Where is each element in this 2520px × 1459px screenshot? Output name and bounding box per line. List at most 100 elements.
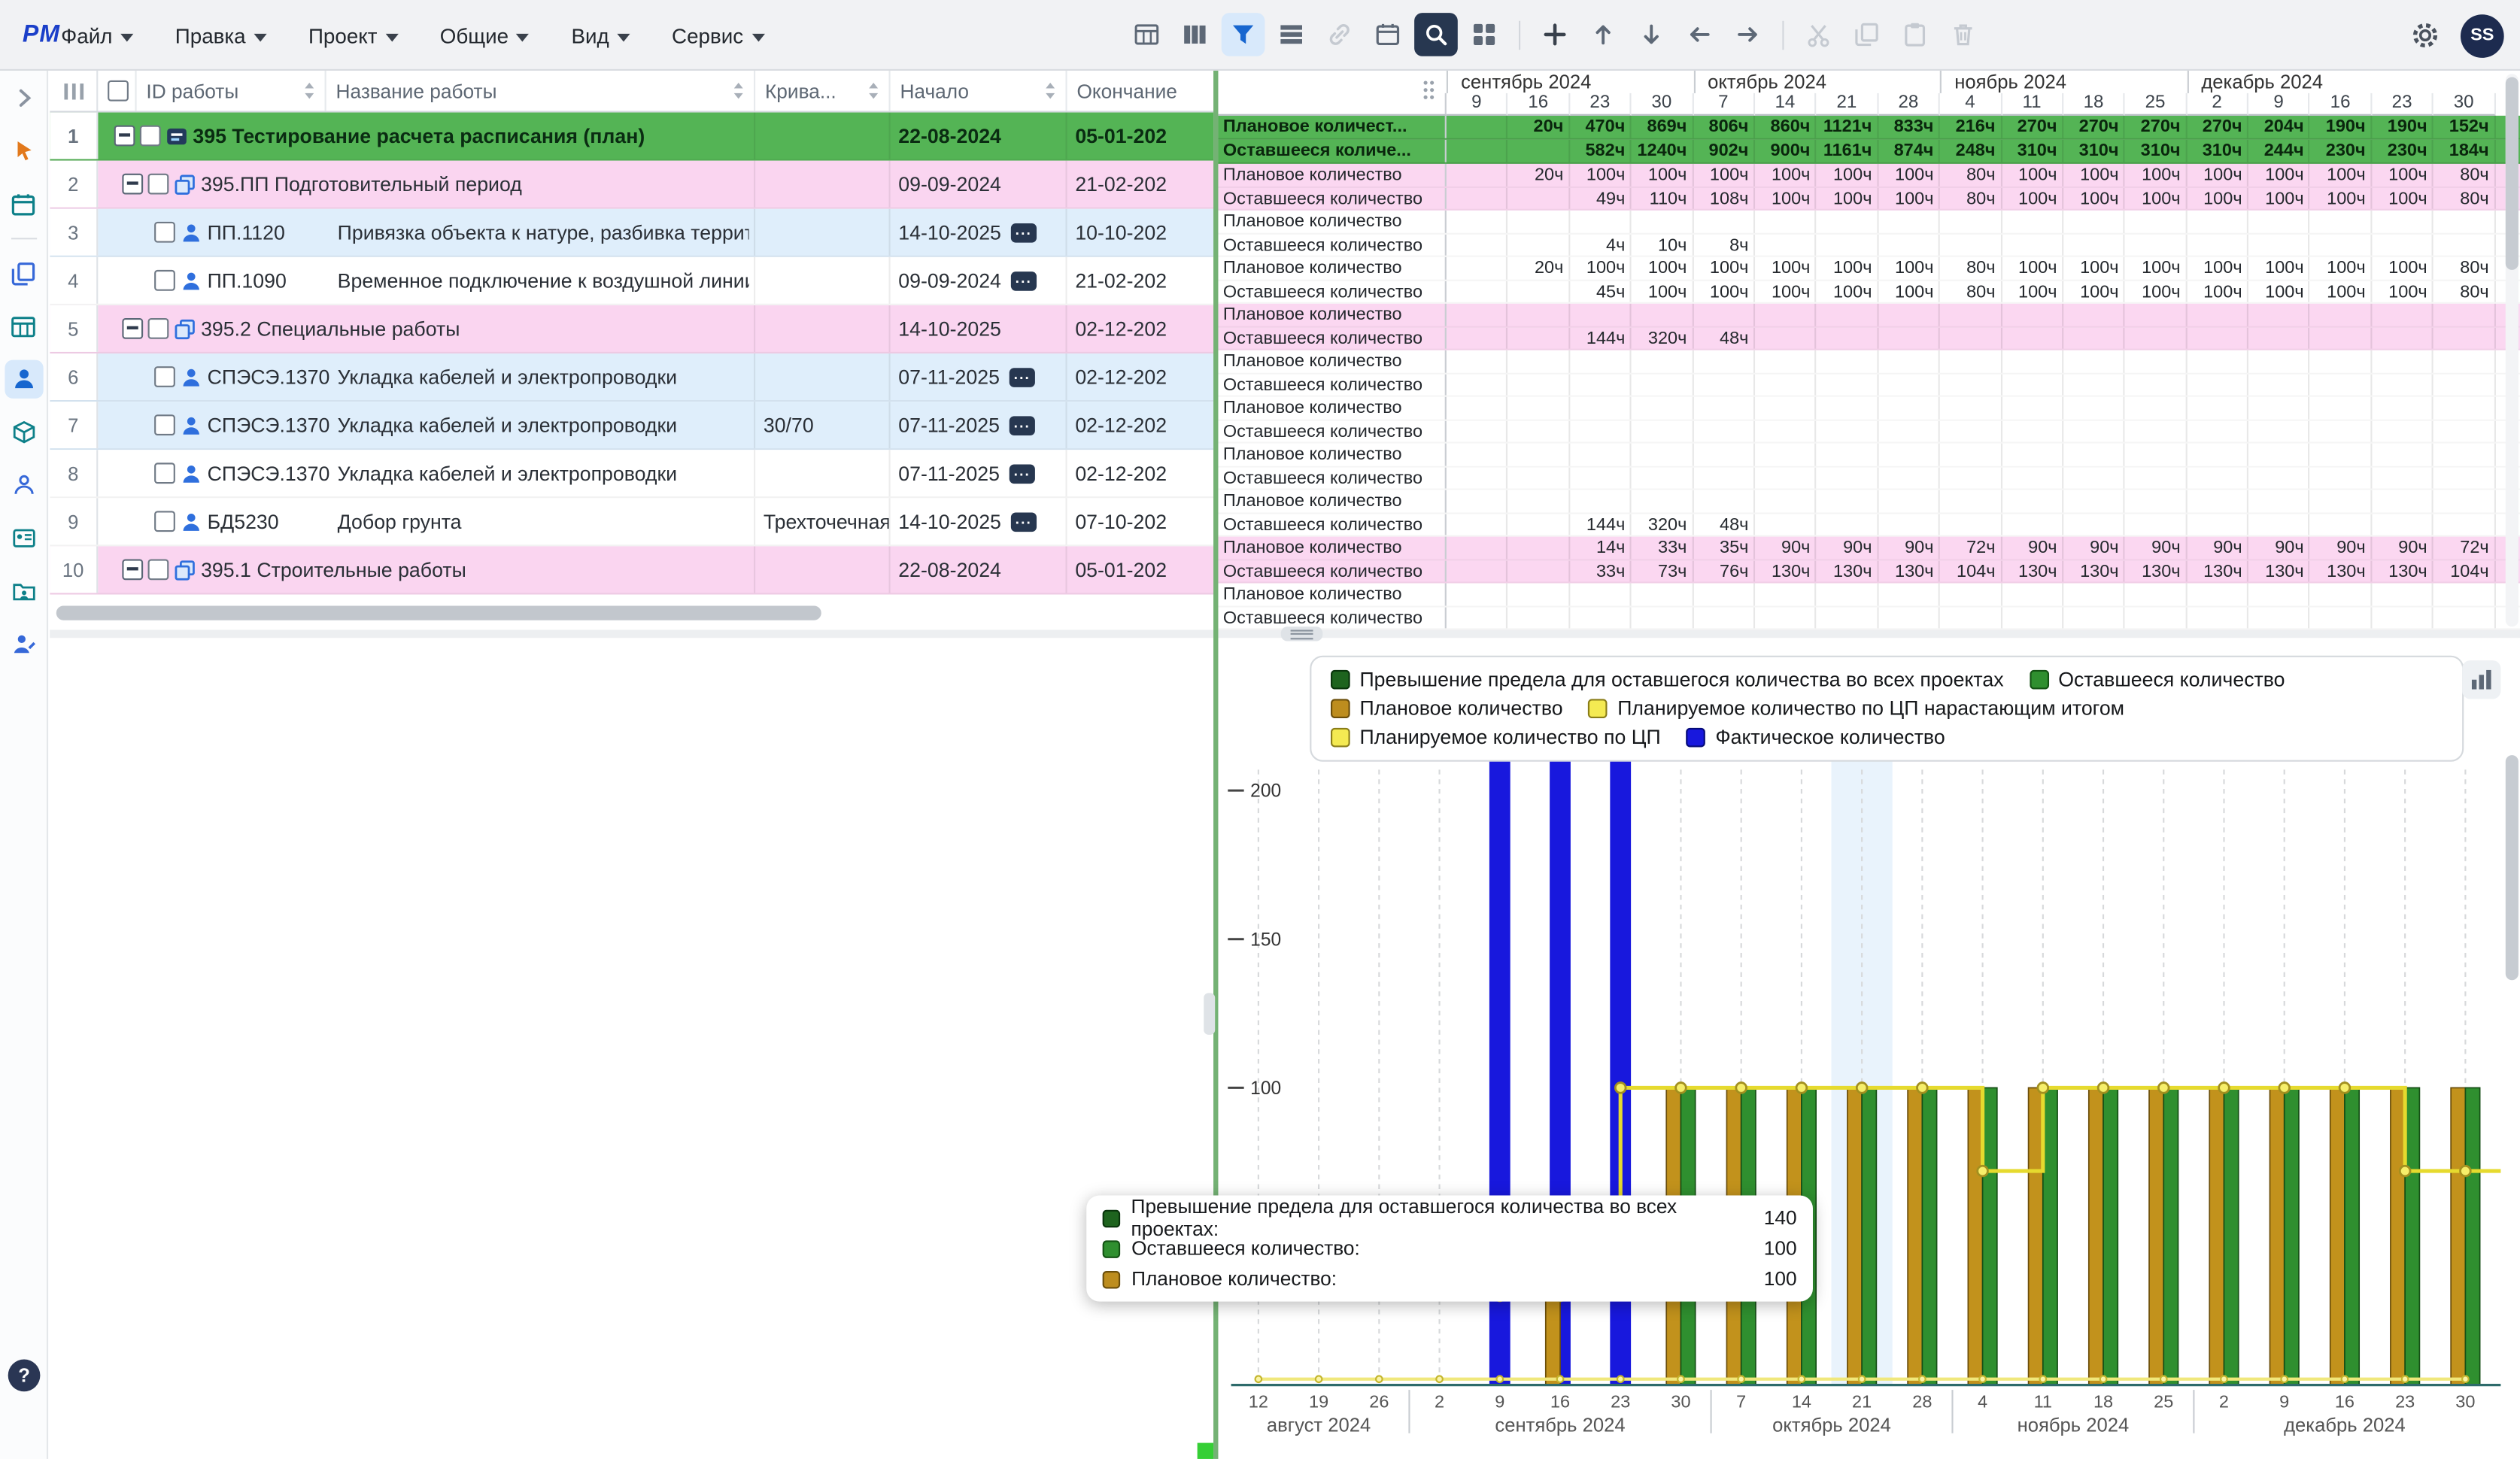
toolbar-columns-button[interactable]	[1173, 13, 1217, 56]
histogram-row[interactable]: Оставшееся количество	[1218, 420, 2520, 444]
select-all-checkbox[interactable]	[98, 71, 136, 111]
histogram-row[interactable]: Плановое количество	[1218, 211, 2520, 234]
task-checkbox[interactable]	[154, 222, 175, 243]
chart-type-button[interactable]	[2462, 660, 2500, 699]
column-header-start[interactable]: Начало	[891, 71, 1067, 111]
legend-item[interactable]: Оставшееся количество	[2030, 669, 2285, 691]
histogram-row[interactable]: Оставшееся количество45ч100ч100ч100ч100ч…	[1218, 281, 2520, 304]
task-checkbox[interactable]	[154, 366, 175, 387]
scrollbar-thumb[interactable]	[56, 605, 821, 620]
table-row[interactable]: 4ПП.1090Временное подключение к воздушно…	[50, 257, 1213, 305]
toolbar-cards-button[interactable]	[1462, 13, 1506, 56]
histogram-row[interactable]: Оставшееся количество	[1218, 607, 2520, 630]
toolbar-paste-button[interactable]	[1893, 13, 1937, 56]
toolbar-calendar-button[interactable]	[1366, 13, 1410, 56]
histogram-row[interactable]: Плановое количество	[1218, 350, 2520, 374]
table-row[interactable]: 6СПЭСЭ.1370Укладка кабелей и электропров…	[50, 353, 1213, 402]
splitter-handle[interactable]	[1281, 626, 1323, 641]
histogram-row[interactable]: Плановое количество20ч100ч100ч100ч100ч10…	[1218, 164, 2520, 187]
toolbar-arrow-down-button[interactable]	[1629, 13, 1673, 56]
table-row[interactable]: 2395.ПП Подготовительный период09-09-202…	[50, 161, 1213, 209]
table-row[interactable]: 3ПП.1120Привязка объекта к натуре, разби…	[50, 209, 1213, 257]
toolbar-rows-button[interactable]	[1270, 13, 1313, 56]
toolbar-table-button[interactable]	[1125, 13, 1169, 56]
sidebar-item-cube[interactable]	[4, 413, 42, 451]
table-row[interactable]: 5395.2 Специальные работы14-10-202502-12…	[50, 305, 1213, 353]
legend-item[interactable]: Фактическое количество	[1687, 726, 1945, 749]
histogram-row[interactable]: Плановое количество14ч33ч35ч90ч90ч90ч72ч…	[1218, 537, 2520, 560]
column-settings-icon[interactable]	[50, 71, 98, 111]
histogram-row[interactable]: Плановое количество	[1218, 444, 2520, 467]
toolbar-arrow-up-button[interactable]	[1581, 13, 1625, 56]
legend-item[interactable]: Планируемое количество по ЦП	[1331, 726, 1661, 749]
task-checkbox[interactable]	[154, 414, 175, 435]
task-checkbox[interactable]	[154, 511, 175, 532]
sidebar-item-person-edit[interactable]	[4, 625, 42, 663]
toolbar-arrow-left-button[interactable]	[1678, 13, 1722, 56]
column-header-name[interactable]: Название работы	[326, 71, 755, 111]
histogram-summary-row[interactable]: Оставшееся количе...582ч1240ч902ч900ч116…	[1218, 140, 2520, 164]
task-checkbox[interactable]	[154, 270, 175, 291]
collapse-toggle[interactable]	[122, 560, 143, 581]
column-header-finish[interactable]: Окончание	[1067, 71, 1213, 111]
table-row[interactable]: 10395.1 Строительные работы22-08-202405-…	[50, 546, 1213, 594]
histogram-row[interactable]: Оставшееся количество	[1218, 374, 2520, 397]
task-checkbox[interactable]	[148, 174, 169, 195]
help-button[interactable]: ?	[8, 1359, 41, 1391]
histogram-row[interactable]: Оставшееся количество49ч110ч108ч100ч100ч…	[1218, 187, 2520, 211]
histogram-row[interactable]: Оставшееся количество144ч320ч48ч	[1218, 327, 2520, 350]
menu-item[interactable]: Правка	[175, 23, 267, 47]
histogram-summary-row[interactable]: Плановое количест...20ч470ч869ч806ч860ч1…	[1218, 116, 2520, 140]
toolbar-search-button[interactable]	[1414, 13, 1458, 56]
histogram-row[interactable]: Плановое количество	[1218, 584, 2520, 607]
date-options-button[interactable]: ...	[1010, 463, 1035, 483]
splitter-handle[interactable]	[1204, 993, 1215, 1035]
chart-vertical-scrollbar[interactable]	[2506, 755, 2518, 980]
table-row[interactable]: 8СПЭСЭ.1370Укладка кабелей и электропров…	[50, 450, 1213, 498]
menu-item[interactable]: Вид	[571, 23, 630, 47]
user-avatar[interactable]: SS	[2461, 14, 2504, 57]
toolbar-filter-button[interactable]	[1222, 13, 1265, 56]
column-header-curve[interactable]: Крива...	[755, 71, 890, 111]
toolbar-plus-button[interactable]	[1533, 13, 1577, 56]
histogram-row[interactable]: Плановое количество	[1218, 304, 2520, 327]
sidebar-item-chevron-right[interactable]	[4, 79, 42, 117]
sidebar-item-pointer[interactable]	[4, 132, 42, 170]
sidebar-item-table[interactable]	[4, 307, 42, 345]
legend-item[interactable]: Планируемое количество по ЦП нарастающим…	[1589, 697, 2124, 720]
histogram-row[interactable]: Плановое количество	[1218, 397, 2520, 420]
table-row[interactable]: 7СПЭСЭ.1370Укладка кабелей и электропров…	[50, 402, 1213, 450]
scrollbar-thumb[interactable]	[2506, 77, 2518, 270]
toolbar-trash-button[interactable]	[1942, 13, 1985, 56]
sort-icon[interactable]	[304, 82, 315, 100]
toolbar-arrow-right-button[interactable]	[1726, 13, 1770, 56]
date-options-button[interactable]: ...	[1011, 271, 1037, 290]
histogram-row[interactable]: Плановое количество20ч100ч100ч100ч100ч10…	[1218, 257, 2520, 281]
task-checkbox[interactable]	[140, 126, 161, 147]
collapse-toggle[interactable]	[122, 318, 143, 339]
column-header-id[interactable]: ID работы	[137, 71, 326, 111]
sort-icon[interactable]	[733, 82, 744, 100]
table-row[interactable]: 1395 Тестирование расчета расписания (пл…	[50, 113, 1213, 161]
sidebar-item-folder-person[interactable]	[4, 572, 42, 611]
menu-item[interactable]: Проект	[308, 23, 398, 47]
legend-item[interactable]: Превышение предела для оставшегося колич…	[1331, 669, 2004, 691]
sidebar-item-card[interactable]	[4, 519, 42, 557]
toolbar-copy-button[interactable]	[1845, 13, 1889, 56]
task-checkbox[interactable]	[154, 463, 175, 484]
legend-item[interactable]: Плановое количество	[1331, 697, 1563, 720]
menu-item[interactable]: Сервис	[672, 23, 764, 47]
menu-item[interactable]: Файл	[61, 23, 133, 47]
histogram-row[interactable]: Оставшееся количество4ч10ч8ч	[1218, 234, 2520, 257]
toolbar-link-button[interactable]	[1318, 13, 1362, 56]
horizontal-splitter[interactable]	[50, 630, 2520, 639]
sort-icon[interactable]	[1045, 82, 1056, 100]
date-options-button[interactable]: ...	[1010, 367, 1035, 387]
histogram-row[interactable]: Оставшееся количество144ч320ч48ч	[1218, 514, 2520, 537]
task-checkbox[interactable]	[148, 560, 169, 581]
splitter-corner[interactable]	[1198, 1443, 1213, 1459]
menu-item[interactable]: Общие	[440, 23, 530, 47]
date-options-button[interactable]: ...	[1010, 415, 1035, 435]
sort-icon[interactable]	[868, 82, 879, 100]
histogram-row[interactable]: Оставшееся количество	[1218, 467, 2520, 490]
